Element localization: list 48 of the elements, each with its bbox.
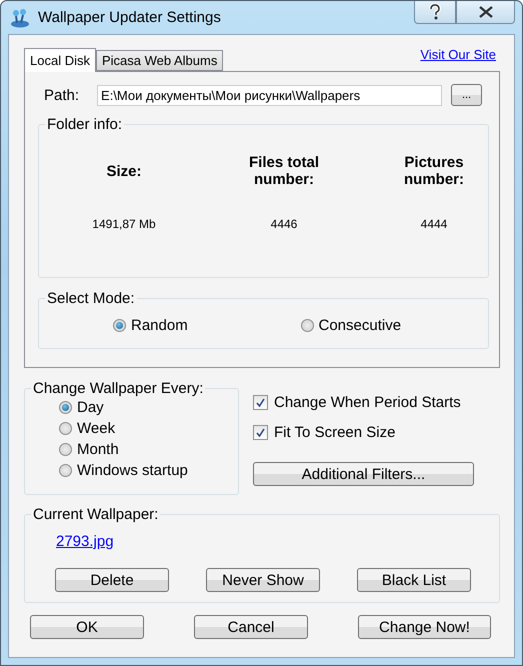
- close-icon: [478, 6, 492, 18]
- info-value: 1491,87 Mb: [92, 217, 156, 231]
- checkmark-icon: [256, 398, 265, 406]
- wallpaper-action-button[interactable]: Delete: [55, 568, 169, 592]
- column-header: Pictures number:: [403, 153, 465, 190]
- radio-button[interactable]: [59, 443, 72, 456]
- group-title: Current Wallpaper:: [32, 506, 160, 523]
- radio-label: Random: [131, 317, 188, 334]
- figures-icon: [10, 8, 30, 28]
- path-label: Path:: [44, 86, 80, 104]
- close-button[interactable]: [456, 1, 515, 24]
- checkbox[interactable]: [253, 424, 268, 440]
- dialog-button[interactable]: OK: [30, 615, 144, 639]
- checkmark-icon: [256, 428, 265, 436]
- checkbox-label: Fit To Screen Size: [274, 424, 396, 440]
- dialog-button[interactable]: Change Now!: [358, 615, 491, 639]
- file-link[interactable]: 2793.jpg: [56, 533, 114, 550]
- column-header: Size:: [105, 162, 142, 182]
- checkbox[interactable]: [253, 394, 268, 410]
- radio-label: Consecutive: [318, 317, 402, 334]
- column-header: Files total number:: [248, 153, 320, 190]
- radio-label: Windows startup: [77, 462, 188, 479]
- group-title: Change Wallpaper Every:: [32, 380, 204, 397]
- tab[interactable]: Local Disk: [24, 48, 96, 72]
- radio-button[interactable]: [59, 401, 72, 414]
- group-title: Folder info:: [46, 116, 124, 133]
- dialog-button[interactable]: Cancel: [194, 615, 308, 639]
- radio-button[interactable]: [59, 422, 72, 435]
- path-field[interactable]: E:\Мои документы\Мои рисунки\Wallpapers: [97, 84, 442, 106]
- radio-label: Month: [77, 441, 119, 458]
- additional-filters-button[interactable]: Additional Filters...: [253, 462, 474, 486]
- wallpaper-action-button[interactable]: Never Show: [206, 568, 320, 592]
- group-title: Select Mode:: [46, 290, 136, 307]
- radio-button[interactable]: [113, 319, 126, 332]
- help-icon: [429, 4, 441, 20]
- help-button[interactable]: [414, 1, 456, 24]
- radio-button[interactable]: [59, 464, 72, 477]
- wallpaper-action-button[interactable]: Black List: [357, 568, 471, 592]
- info-value: 4444: [420, 217, 448, 231]
- visit-site-link[interactable]: Visit Our Site: [420, 47, 496, 62]
- radio-label: Day: [77, 399, 104, 416]
- browse-button[interactable]: ...: [451, 84, 482, 106]
- radio-button[interactable]: [300, 319, 314, 332]
- window-title: Wallpaper Updater Settings: [38, 9, 222, 26]
- radio-label: Week: [77, 420, 116, 437]
- info-value: 4446: [270, 217, 298, 231]
- tab[interactable]: Picasa Web Albums: [96, 50, 224, 71]
- checkbox-label: Change When Period Starts: [274, 394, 461, 410]
